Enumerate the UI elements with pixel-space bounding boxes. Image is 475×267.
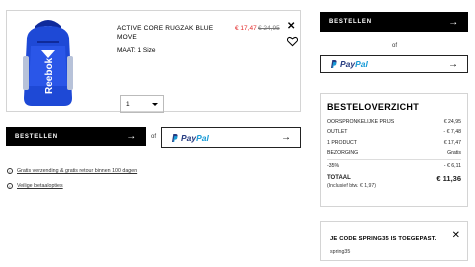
product-size: MAAT: 1 Size (117, 47, 156, 54)
paypal-checkout-button[interactable]: Pay Pal → (161, 127, 301, 148)
vat-note: (Inclusief btw. € 1,97) (327, 183, 377, 190)
summary-row-label: BEZORGING (327, 150, 359, 157)
payment-info-row: i Veilige betaalopties (7, 183, 63, 189)
summary-row-value: € 24,95 (443, 119, 461, 126)
order-button-label: BESTELLEN (15, 133, 58, 140)
paypal-text-2: Pal (355, 59, 368, 69)
arrow-right-icon: → (448, 16, 459, 28)
total-label: TOTAAL (327, 175, 351, 182)
or-separator: of (151, 134, 157, 140)
promo-code-box: JE CODE SPRING35 IS TOEGEPAST. spring35 … (320, 221, 468, 261)
summary-divider (327, 159, 461, 161)
promo-applied-title: JE CODE SPRING35 IS TOEGEPAST. (330, 236, 437, 242)
original-price: € 24,95 (258, 25, 280, 32)
paypal-checkout-button-right[interactable]: Pay Pal → (320, 55, 468, 73)
arrow-right-icon: → (126, 131, 137, 142)
arrow-right-icon: → (448, 58, 458, 70)
quantity-select[interactable]: 1 (120, 95, 164, 113)
brand-print: Reebok (44, 57, 55, 94)
order-button[interactable]: BESTELLEN → (6, 127, 146, 146)
summary-total-row: TOTAAL € 11,36 (327, 173, 461, 183)
summary-row: BEZORGING Gratis (327, 148, 461, 158)
arrow-right-icon: → (281, 132, 291, 143)
remove-promo-close-icon[interactable]: ✕ (452, 231, 460, 241)
paypal-logo: Pay Pal (330, 59, 368, 69)
summary-row-value: € 17,47 (443, 139, 461, 146)
shipping-info-row: i Gratis verzending & gratis retour binn… (7, 168, 137, 174)
payment-options-link[interactable]: Veilige betaalopties (17, 183, 63, 189)
wishlist-heart-icon[interactable] (287, 36, 298, 47)
order-button-right[interactable]: BESTELLEN → (320, 12, 468, 32)
summary-row-label: 1 PRODUCT (327, 139, 357, 146)
remove-item-icon[interactable]: ✕ (287, 22, 295, 32)
summary-row-label: OORSPRONKELIJKE PRIJS (327, 119, 395, 126)
sale-price: € 17,47 (235, 25, 257, 32)
summary-title: BESTELOVERZICHT (327, 102, 420, 112)
summary-row-value: - € 7,48 (443, 129, 461, 136)
product-image[interactable]: Reebok (17, 16, 79, 108)
paypal-text-1: Pay (181, 132, 197, 143)
summary-row: -35% - € 6,11 (327, 161, 461, 171)
order-summary: BESTELOVERZICHT OORSPRONKELIJKE PRIJS € … (320, 93, 468, 207)
paypal-icon (331, 60, 337, 68)
shipping-info-link[interactable]: Gratis verzending & gratis retour binnen… (17, 168, 137, 174)
quantity-value: 1 (126, 101, 130, 108)
summary-row-label: -35% (327, 163, 340, 170)
chevron-down-icon (152, 103, 158, 106)
or-separator: of (392, 43, 398, 49)
paypal-logo: Pay Pal (171, 133, 209, 143)
paypal-text-1: Pay (340, 59, 356, 69)
paypal-icon (172, 133, 178, 142)
summary-row-value: - € 6,11 (443, 163, 461, 170)
summary-row: OORSPRONKELIJKE PRIJS € 24,95 (327, 117, 461, 127)
order-button-label: BESTELLEN (329, 19, 372, 25)
paypal-text-2: Pal (196, 132, 209, 143)
summary-row: OUTLET - € 7,48 (327, 127, 461, 137)
summary-row: 1 PRODUCT € 17,47 (327, 138, 461, 148)
promo-code-value: spring35 (330, 249, 351, 255)
summary-row-label: OUTLET (327, 129, 348, 136)
info-circle-icon: i (7, 168, 13, 174)
summary-row-value: Gratis (447, 150, 461, 157)
total-value: € 11,36 (436, 173, 461, 183)
product-name[interactable]: ACTIVE CORE RUGZAK BLUE MOVE (117, 25, 227, 42)
cart-item-card: Reebok ACTIVE CORE RUGZAK BLUE MOVE MAAT… (6, 10, 301, 113)
info-circle-icon: i (7, 183, 13, 189)
